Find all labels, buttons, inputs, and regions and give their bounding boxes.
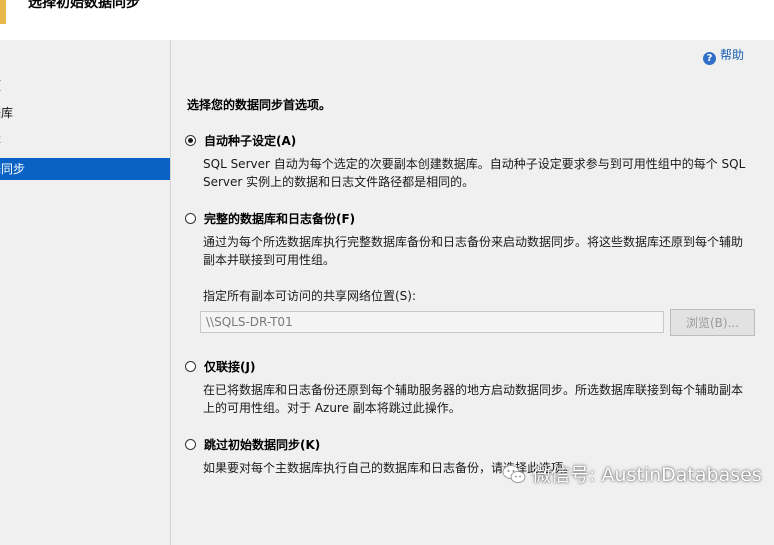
description-line: Server 实例上的数据和日志文件路径都是相同的。 xyxy=(203,175,475,189)
option-label: 完整的数据库和日志备份(F) xyxy=(204,212,356,226)
sidebar-item-replicas[interactable]: 本 xyxy=(0,129,170,151)
radio-skip-sync[interactable] xyxy=(185,439,196,450)
sidebar-item-data-sync[interactable]: 据同步 xyxy=(0,158,170,180)
description-line: 在已将数据库和日志备份还原到每个辅助服务器的地方启动数据同步。所选数据库联接到每… xyxy=(203,383,744,397)
description-line: 副本并联接到可用性组。 xyxy=(203,253,336,267)
sidebar-item-label: 项 xyxy=(0,75,1,97)
wechat-icon xyxy=(502,464,526,483)
page-title: 选择初始数据同步 xyxy=(28,0,140,11)
share-location-input[interactable] xyxy=(200,311,664,333)
sidebar-item-label: 据同步 xyxy=(0,162,26,176)
option-skip-sync[interactable]: 跳过初始数据同步(K) xyxy=(185,436,320,453)
watermark-text: 微信号: AustinDatabases xyxy=(532,464,762,486)
watermark: 微信号: AustinDatabases xyxy=(502,460,762,487)
wizard-header: 选择初始数据同步 xyxy=(0,0,774,40)
radio-auto-seeding[interactable] xyxy=(185,135,196,146)
help-label: 帮助 xyxy=(719,48,744,62)
option-full-backup[interactable]: 完整的数据库和日志备份(F) xyxy=(185,210,355,227)
option-label: 自动种子设定(A) xyxy=(204,134,297,148)
option-description: SQL Server 自动为每个选定的次要副本创建数据库。自动种子设定要求参与到… xyxy=(203,155,753,191)
option-description: 通过为每个所选数据库执行完整数据库备份和日志备份来启动数据同步。将这些数据库还原… xyxy=(203,233,753,269)
wizard-sidebar: 项 据库 本 据同步 xyxy=(0,40,171,545)
share-location-label: 指定所有副本可访问的共享网络位置(S): xyxy=(203,289,417,303)
option-description: 在已将数据库和日志备份还原到每个辅助服务器的地方启动数据同步。所选数据库联接到每… xyxy=(203,381,753,417)
sidebar-item-label: 据库 xyxy=(0,106,14,120)
option-label: 仅联接(J) xyxy=(204,360,256,374)
help-icon: ? xyxy=(702,52,716,65)
radio-join-only[interactable] xyxy=(185,361,196,372)
description-line: SQL Server 自动为每个选定的次要副本创建数据库。自动种子设定要求参与到… xyxy=(203,157,746,171)
wizard-icon xyxy=(0,0,6,24)
browse-button[interactable]: 浏览(B)... xyxy=(670,309,755,336)
description-line: 通过为每个所选数据库执行完整数据库备份和日志备份来启动数据同步。将这些数据库还原… xyxy=(203,235,744,249)
sidebar-item-options[interactable]: 项 xyxy=(0,75,170,97)
intro-text: 选择您的数据同步首选项。 xyxy=(187,98,332,112)
description-line: 上的可用性组。对于 Azure 副本将跳过此操作。 xyxy=(203,401,461,415)
option-auto-seeding[interactable]: 自动种子设定(A) xyxy=(185,132,296,149)
option-join-only[interactable]: 仅联接(J) xyxy=(185,358,255,375)
help-link[interactable]: ? 帮助 xyxy=(702,46,744,65)
radio-full-backup[interactable] xyxy=(185,213,196,224)
sidebar-item-databases[interactable]: 据库 xyxy=(0,102,170,124)
sidebar-item-label: 本 xyxy=(0,129,1,151)
option-label: 跳过初始数据同步(K) xyxy=(204,438,321,452)
